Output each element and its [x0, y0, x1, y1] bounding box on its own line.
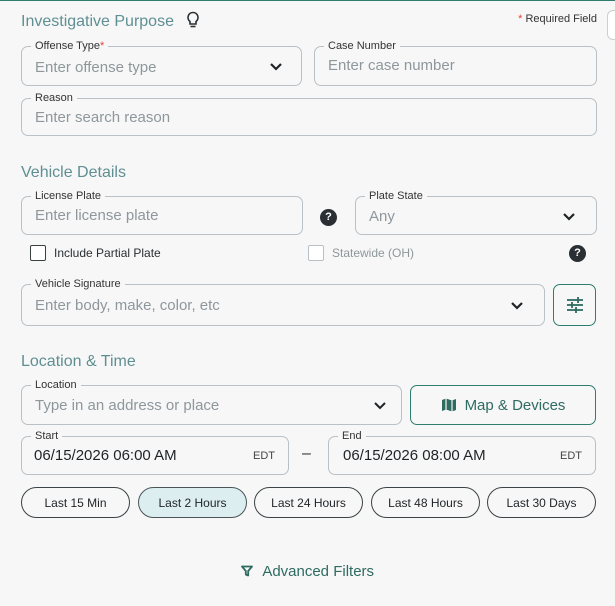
start-label: Start	[31, 429, 63, 443]
offense-type-label-text: Offense Type	[35, 40, 101, 52]
location-label: Location	[31, 378, 81, 392]
vehicle-filter-settings-button[interactable]	[553, 284, 596, 326]
chevron-down-icon	[374, 402, 386, 410]
case-number-field[interactable]: Case Number Enter case number	[314, 39, 597, 86]
vehicle-signature-placeholder: Enter body, make, color, etc	[35, 297, 220, 314]
filter-icon	[241, 565, 253, 577]
map-icon	[441, 398, 456, 412]
vehicle-signature-label: Vehicle Signature	[31, 277, 125, 291]
top-accent-line	[0, 0, 615, 1]
map-devices-label: Map & Devices	[464, 396, 566, 414]
required-field-note: * Required Field	[518, 13, 597, 25]
quick-range-48hours[interactable]: Last 48 Hours	[371, 487, 480, 518]
start-timezone: EDT	[253, 450, 275, 462]
license-plate-placeholder: Enter license plate	[35, 207, 159, 224]
investigative-purpose-title: Investigative Purpose	[21, 11, 200, 31]
start-datetime-field[interactable]: Start 06/15/2026 06:00 AM EDT	[21, 429, 289, 475]
chevron-down-icon	[270, 63, 282, 71]
side-panel-handle[interactable]	[607, 10, 615, 40]
license-plate-field[interactable]: License Plate Enter license plate	[21, 189, 303, 235]
checkbox-box[interactable]	[30, 245, 46, 261]
range-separator: –	[302, 445, 311, 462]
chevron-down-icon	[563, 213, 575, 221]
advanced-filters-label: Advanced Filters	[262, 563, 375, 580]
quick-range-15min[interactable]: Last 15 Min	[21, 487, 130, 518]
map-devices-button[interactable]: Map & Devices	[410, 385, 596, 425]
end-timezone: EDT	[560, 450, 582, 462]
statewide-help-icon[interactable]: ?	[569, 245, 586, 262]
advanced-filters-link[interactable]: Advanced Filters	[0, 563, 615, 580]
checkbox-box-disabled	[308, 245, 324, 261]
plate-state-value: Any	[369, 208, 395, 225]
plate-state-label: Plate State	[365, 189, 427, 203]
vehicle-details-title: Vehicle Details	[21, 164, 126, 181]
case-number-label: Case Number	[324, 39, 400, 53]
location-placeholder: Type in an address or place	[35, 397, 220, 414]
end-label: End	[338, 429, 366, 443]
license-plate-help-icon[interactable]: ?	[320, 209, 337, 226]
section-title-text: Investigative Purpose	[21, 13, 174, 30]
statewide-checkbox: Statewide (OH)	[308, 245, 414, 261]
reason-placeholder: Enter search reason	[35, 109, 171, 126]
offense-type-select[interactable]: Offense Type* Enter offense type	[21, 39, 302, 86]
start-datetime-value: 06/15/2026 06:00 AM	[34, 447, 177, 464]
end-datetime-value: 06/15/2026 08:00 AM	[343, 447, 486, 464]
include-partial-plate-label: Include Partial Plate	[54, 246, 161, 260]
sliders-icon	[566, 297, 583, 313]
quick-range-30days[interactable]: Last 30 Days	[487, 487, 596, 518]
required-star: *	[100, 40, 105, 52]
location-select[interactable]: Location Type in an address or place	[21, 378, 402, 425]
lightbulb-icon	[187, 11, 200, 28]
chevron-down-icon	[511, 302, 523, 310]
required-field-text: Required Field	[525, 13, 597, 25]
reason-field[interactable]: Reason Enter search reason	[21, 91, 597, 136]
vehicle-signature-select[interactable]: Vehicle Signature Enter body, make, colo…	[21, 277, 545, 326]
reason-label: Reason	[31, 91, 77, 105]
plate-state-select[interactable]: Plate State Any	[355, 189, 597, 235]
case-number-placeholder: Enter case number	[328, 57, 455, 74]
end-datetime-field[interactable]: End 06/15/2026 08:00 AM EDT	[328, 429, 596, 475]
quick-range-2hours[interactable]: Last 2 Hours	[138, 487, 247, 518]
license-plate-label: License Plate	[31, 189, 106, 203]
offense-type-placeholder: Enter offense type	[35, 59, 157, 76]
include-partial-plate-checkbox[interactable]: Include Partial Plate	[30, 245, 161, 261]
quick-range-24hours[interactable]: Last 24 Hours	[254, 487, 363, 518]
offense-type-label: Offense Type*	[31, 39, 109, 53]
statewide-label: Statewide (OH)	[332, 246, 415, 260]
location-time-title: Location & Time	[21, 353, 136, 370]
